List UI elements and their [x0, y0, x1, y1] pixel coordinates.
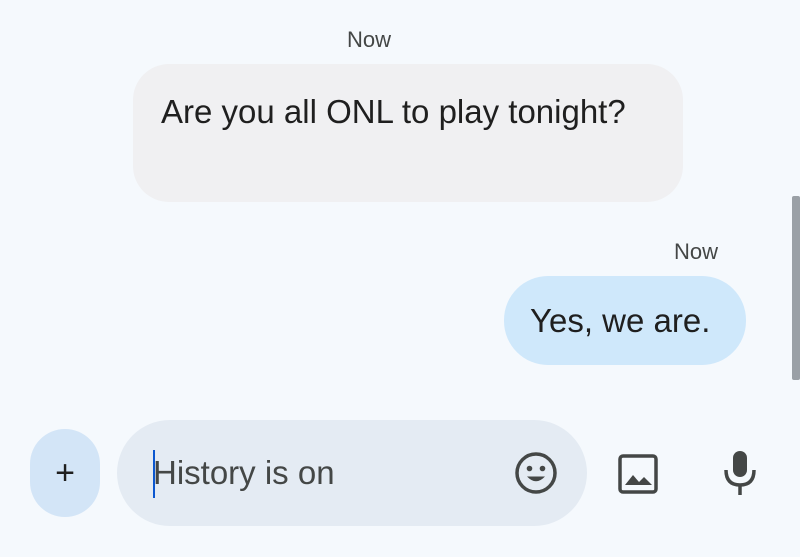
- emoji-icon[interactable]: [513, 450, 559, 496]
- compose-box: [117, 420, 587, 526]
- microphone-icon[interactable]: [720, 447, 760, 499]
- outgoing-message-bubble[interactable]: Yes, we are.: [504, 276, 746, 365]
- message-input[interactable]: [153, 453, 493, 493]
- add-attachment-button[interactable]: +: [30, 429, 100, 517]
- scrollbar[interactable]: [792, 196, 800, 380]
- gallery-icon[interactable]: [616, 452, 660, 496]
- incoming-message-bubble[interactable]: Are you all ONL to play tonight?: [133, 64, 683, 202]
- message-timestamp: Now: [347, 27, 392, 52]
- message-timestamp: Now: [674, 239, 719, 264]
